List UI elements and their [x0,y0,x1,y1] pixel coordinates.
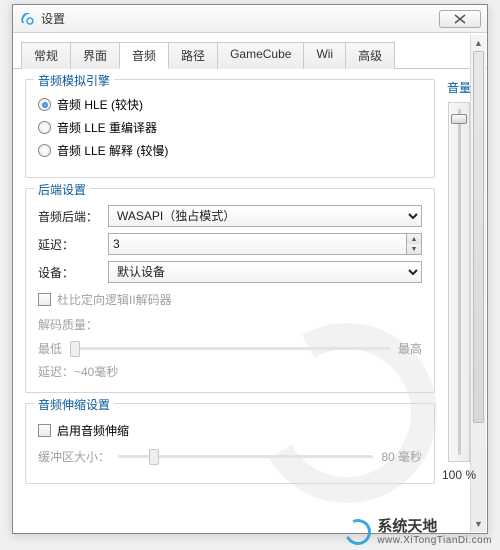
tab-bar: 常规 界面 音频 路径 GameCube Wii 高级 [13,33,487,69]
group-title-engine: 音频模拟引擎 [34,72,114,89]
latency-spin-up[interactable]: ▲ [407,234,421,244]
close-icon [454,14,466,24]
quality-low-label: 最低 [38,340,62,357]
radio-lle-interpreter-label: 音频 LLE 解释 (较慢) [57,142,168,159]
quality-slider [70,339,390,357]
radio-row-hle[interactable]: 音频 HLE (较快) [38,96,422,113]
dolby-row: 杜比定向逻辑II解码器 [38,291,422,308]
enable-stretch-label: 启用音频伸缩 [57,422,129,439]
backend-label: 音频后端： [38,208,102,225]
radio-lle-recompiler-label: 音频 LLE 重编译器 [57,119,157,136]
backend-select[interactable]: WASAPI（独占模式） [108,205,422,227]
tab-content: 音频模拟引擎 音频 HLE (较快) 音频 LLE 重编译器 音频 LLE 解释… [13,69,487,533]
quality-label: 解码质量： [38,316,422,333]
buffer-slider [118,447,373,465]
tab-general[interactable]: 常规 [21,42,71,69]
enable-stretch-checkbox[interactable] [38,424,51,437]
group-title-stretch: 音频伸缩设置 [34,396,114,413]
scroll-up-icon[interactable]: ▲ [471,35,486,51]
radio-hle[interactable] [38,98,51,111]
tab-audio[interactable]: 音频 [119,42,169,69]
device-select[interactable]: 默认设备 [108,261,422,283]
buffer-value: 80 毫秒 [381,448,422,465]
tab-gamecube[interactable]: GameCube [217,42,304,69]
latency-spin-down[interactable]: ▼ [407,244,421,254]
volume-slider[interactable] [448,102,470,462]
tab-advanced[interactable]: 高级 [345,42,395,69]
device-label: 设备： [38,264,102,281]
tab-interface[interactable]: 界面 [70,42,120,69]
app-logo-icon [19,11,35,27]
radio-lle-interpreter[interactable] [38,144,51,157]
buffer-label: 缓冲区大小： [38,448,110,465]
group-emulation-engine: 音频模拟引擎 音频 HLE (较快) 音频 LLE 重编译器 音频 LLE 解释… [25,79,435,178]
close-button[interactable] [439,10,481,28]
latency-input[interactable] [108,233,406,255]
settings-window: 设置 常规 界面 音频 路径 GameCube Wii 高级 音频模拟引擎 音频… [12,4,488,534]
radio-hle-label: 音频 HLE (较快) [57,96,143,113]
tab-wii[interactable]: Wii [303,42,346,69]
window-title: 设置 [41,10,439,27]
group-stretch: 音频伸缩设置 启用音频伸缩 缓冲区大小： 80 毫秒 [25,403,435,484]
latency-label: 延迟： [38,236,102,253]
latency-note: 延迟：~40毫秒 [38,363,422,380]
watermark-line2: www.XiTongTianDi.com [377,535,492,546]
dolby-checkbox [38,293,51,306]
radio-row-lle-interpreter[interactable]: 音频 LLE 解释 (较慢) [38,142,422,159]
dolby-label: 杜比定向逻辑II解码器 [57,291,172,308]
latency-spinner: ▲ ▼ [406,233,422,255]
titlebar: 设置 [13,5,487,33]
radio-row-lle-recompiler[interactable]: 音频 LLE 重编译器 [38,119,422,136]
volume-label: 音量 [447,79,471,96]
radio-lle-recompiler[interactable] [38,121,51,134]
group-backend: 后端设置 音频后端： WASAPI（独占模式） 延迟： ▲ ▼ [25,188,435,393]
tab-paths[interactable]: 路径 [168,42,218,69]
volume-percent: 100 % [442,468,476,482]
quality-high-label: 最高 [398,340,422,357]
group-title-backend: 后端设置 [34,181,90,198]
